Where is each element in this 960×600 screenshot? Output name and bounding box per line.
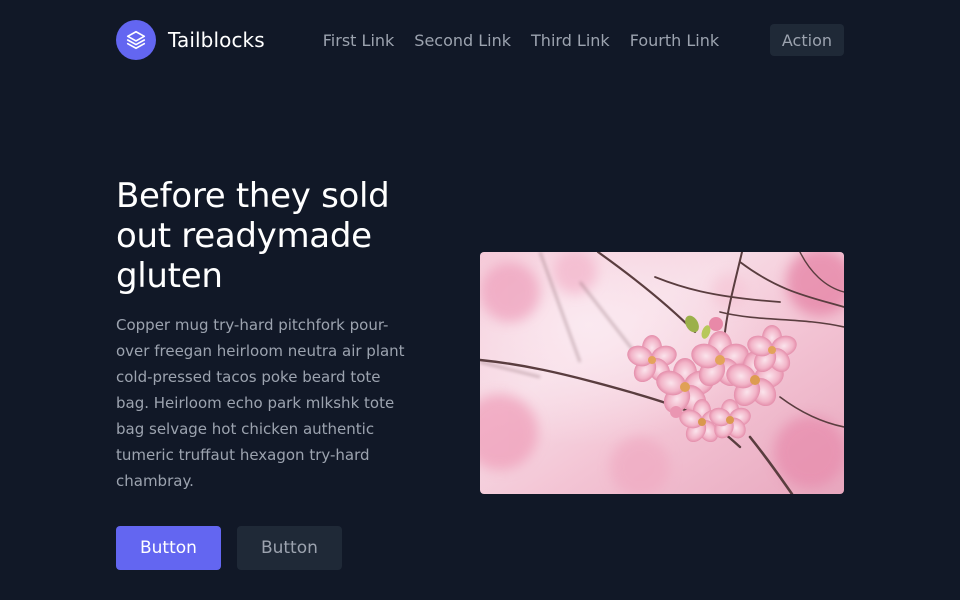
nav-link-fourth[interactable]: Fourth Link xyxy=(630,31,719,50)
nav-link-third[interactable]: Third Link xyxy=(531,31,610,50)
nav-link-second[interactable]: Second Link xyxy=(414,31,511,50)
hero-text: Before they sold out readymade gluten Co… xyxy=(116,176,416,494)
stack-layers-icon xyxy=(116,20,156,60)
primary-button[interactable]: Button xyxy=(116,526,221,570)
hero-title: Before they sold out readymade gluten xyxy=(116,176,390,296)
main-nav: First Link Second Link Third Link Fourth… xyxy=(323,31,739,50)
cherry-blossom-image xyxy=(480,252,844,494)
brand-name: Tailblocks xyxy=(168,28,265,52)
secondary-button[interactable]: Button xyxy=(236,526,342,570)
brand-link[interactable]: Tailblocks xyxy=(116,20,265,60)
hero-body: Copper mug try-hard pitchfork pour-over … xyxy=(116,316,405,490)
hero-image xyxy=(480,252,844,494)
site-header: Tailblocks First Link Second Link Third … xyxy=(116,20,844,60)
nav-link-first[interactable]: First Link xyxy=(323,31,395,50)
action-button[interactable]: Action xyxy=(769,24,844,56)
hero-buttons: Button Button xyxy=(116,526,342,570)
page: Tailblocks First Link Second Link Third … xyxy=(0,0,960,600)
